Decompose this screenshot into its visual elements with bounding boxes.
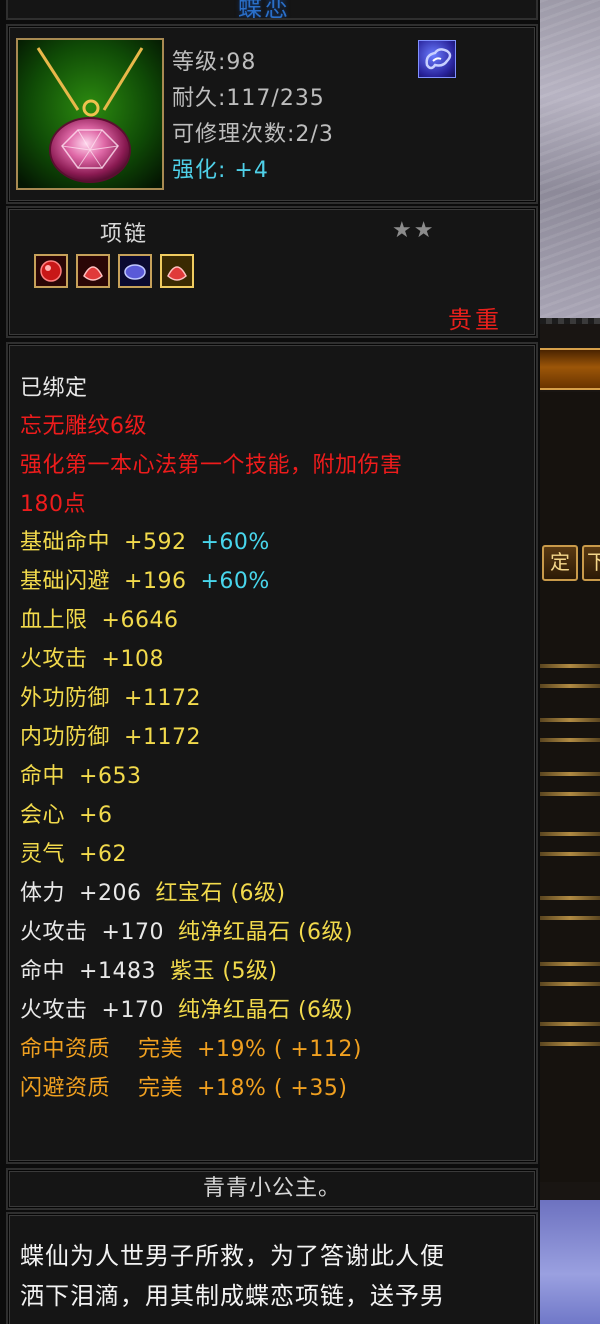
scene-image-lower <box>540 1200 600 1324</box>
item-type: 项链 <box>100 222 149 247</box>
ruby-gem-icon <box>34 254 68 288</box>
item-name: 蝶恋 <box>238 0 290 20</box>
rarity-label: 贵重 <box>448 306 502 334</box>
description-line: 蝶仙为人世男子所救，为了答谢此人便 <box>20 1242 445 1270</box>
description-line: 洒下泪滴，用其制成蝶恋项链，送予男 <box>20 1282 445 1310</box>
side-divider <box>540 852 600 856</box>
gem-attribute-line: 火攻击 +170 纯净红晶石 (6级) <box>20 920 354 945</box>
side-divider <box>540 664 600 668</box>
gem-attribute-line: 命中 +1483 紫玉 (5级) <box>20 959 278 984</box>
pendant-icon <box>16 38 164 190</box>
side-divider <box>540 896 600 900</box>
gem-attribute-line: 火攻击 +170 纯净红晶石 (6级) <box>20 998 354 1023</box>
red-crystal-gem-icon <box>160 254 194 288</box>
attribute-line: 血上限 +6646 <box>20 608 179 633</box>
engraving: 忘无雕纹6级 <box>20 414 147 439</box>
attribute-line: 灵气 +62 <box>20 842 127 867</box>
attribute-line: 外功防御 +1172 <box>20 686 201 711</box>
enhance-label: 强化: <box>172 158 235 183</box>
side-divider <box>540 1022 600 1026</box>
side-divider <box>540 982 600 986</box>
owner-name: 青青小公主。 <box>202 1176 341 1201</box>
window-title-band <box>540 348 600 390</box>
bound-status: 已绑定 <box>20 376 88 401</box>
tooltip-title: 蝶恋 <box>6 0 538 20</box>
item-header: 等级:98 耐久:117/235 可修理次数:2/3 强化: +4 <box>6 24 538 204</box>
enhance-value: +4 <box>234 158 269 183</box>
side-button-1[interactable]: 定 <box>542 545 578 581</box>
attribute-line: 基础闪避 +196 +60% <box>20 569 270 594</box>
side-divider <box>540 772 600 776</box>
skill-bonus: 180点 <box>20 492 86 517</box>
attribute-line: 火攻击 +108 <box>20 647 164 672</box>
quality-line: 闪避资质 完美 +18% ( +35) <box>20 1076 348 1101</box>
side-button-2[interactable]: 下 <box>582 545 600 581</box>
item-repair-count: 可修理次数:2/3 <box>172 122 334 147</box>
scene-rail <box>540 318 600 324</box>
attribute-line: 基础命中 +592 +60% <box>20 530 270 555</box>
attribute-line: 内功防御 +1172 <box>20 725 201 750</box>
item-subheader: 项链 ★★ 贵重 <box>6 206 538 338</box>
item-durability: 耐久:117/235 <box>172 86 325 111</box>
star-rating: ★★ <box>392 218 436 243</box>
side-divider <box>540 962 600 966</box>
side-divider <box>540 916 600 920</box>
item-enhance: 强化: +4 <box>172 152 269 184</box>
purple-jade-gem-icon <box>118 254 152 288</box>
item-description: 蝶仙为人世男子所救，为了答谢此人便 洒下泪滴，用其制成蝶恋项链，送予男 <box>20 1236 530 1316</box>
gem-attribute-line: 体力 +206 红宝石 (6级) <box>20 881 286 906</box>
item-level: 等级:98 <box>172 50 257 75</box>
side-divider <box>540 792 600 796</box>
side-divider <box>540 684 600 688</box>
side-window: 定 下 <box>540 392 600 1182</box>
skill-bonus: 强化第一本心法第一个技能，附加伤害 <box>20 453 403 478</box>
cloud-school-icon <box>418 40 456 78</box>
side-divider <box>540 832 600 836</box>
description-panel: 蝶仙为人世男子所救，为了答谢此人便 洒下泪滴，用其制成蝶恋项链，送予男 <box>6 1212 538 1324</box>
quality-line: 命中资质 完美 +19% ( +112) <box>20 1037 362 1062</box>
side-divider <box>540 738 600 742</box>
game-background: 定 下 <box>540 0 600 1324</box>
attribute-line: 命中 +653 <box>20 764 142 789</box>
side-divider <box>540 718 600 722</box>
attributes-panel: 已绑定 忘无雕纹6级 强化第一本心法第一个技能，附加伤害 180点 基础命中 +5… <box>6 342 538 1164</box>
side-divider <box>540 1042 600 1046</box>
scene-image <box>540 0 600 320</box>
owner-bar: 青青小公主。 <box>6 1168 538 1210</box>
red-crystal-gem-icon <box>76 254 110 288</box>
attribute-line: 会心 +6 <box>20 803 113 828</box>
